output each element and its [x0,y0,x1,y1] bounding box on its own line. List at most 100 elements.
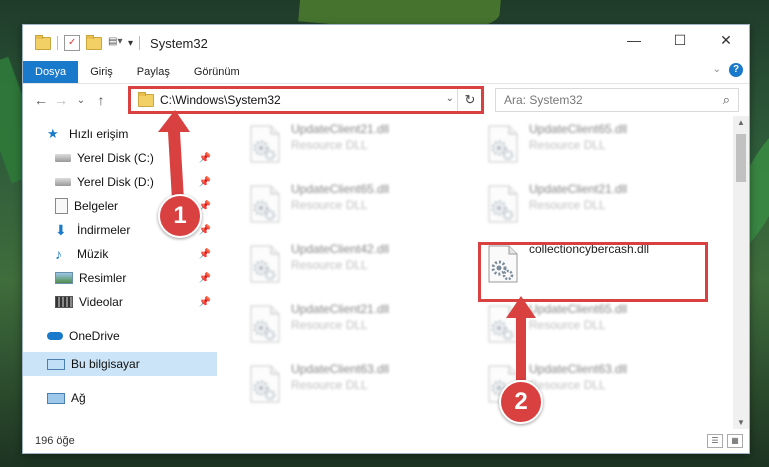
dll-file-icon [247,364,283,404]
computer-icon [47,358,65,370]
file-highlight-box [478,242,708,302]
videos-icon [55,296,73,308]
pin-icon[interactable]: 📌 [199,225,211,236]
file-item[interactable]: UpdateClient65.dll Resource DLL [241,178,473,228]
tab-home[interactable]: Giriş [78,61,125,83]
drive-icon [55,154,71,162]
forward-button[interactable]: → [51,92,71,108]
tab-share[interactable]: Paylaş [125,61,182,83]
star-icon: ★ [47,126,59,141]
sidebar-item-onedrive[interactable]: OneDrive [23,324,217,348]
folder-icon[interactable] [35,34,51,50]
file-description: Resource DLL [529,138,606,152]
window-title: System32 [150,35,208,51]
pin-icon[interactable]: 📌 [199,273,211,284]
tab-view[interactable]: Görünüm [182,61,252,83]
quick-access-toolbar: ✓ ▤▾ ▾ [35,34,141,51]
scroll-down-icon[interactable]: ▼ [733,418,749,427]
sidebar-item-label: Müzik [77,247,109,261]
sidebar-item-label: Ağ [71,391,86,405]
vertical-scrollbar[interactable]: ▲ ▼ [733,116,749,429]
view-switcher: ☰ ▦ [707,434,743,448]
cloud-icon [47,332,63,340]
file-item[interactable]: UpdateClient21.dll Resource DLL [241,298,473,348]
status-bar: 196 öğe ☰ ▦ [23,429,749,453]
maximize-button[interactable]: ☐ [657,25,703,55]
dll-file-icon [247,244,283,284]
details-view-icon[interactable]: ☰ [707,434,723,448]
file-description: Resource DLL [291,378,368,392]
sidebar-item-this-pc[interactable]: Bu bilgisayar [23,352,217,376]
scroll-thumb[interactable] [736,134,746,182]
search-input[interactable]: Ara: System32 ⌕ [495,88,739,112]
file-name: UpdateClient63.dll [291,362,390,376]
window-controls: — ☐ ✕ [611,25,749,55]
file-name: UpdateClient65.dll [291,182,390,196]
file-name: UpdateClient21.dll [529,182,628,196]
sidebar-item-label: Bu bilgisayar [71,357,140,371]
sidebar-item-network[interactable]: Ağ [23,386,217,410]
scroll-up-icon[interactable]: ▲ [733,118,749,127]
sidebar-item-videos[interactable]: Videolar 📌 [23,290,217,314]
file-item[interactable]: UpdateClient65.dll Resource DLL [479,118,711,168]
dll-file-icon [485,184,521,224]
close-button[interactable]: ✕ [703,25,749,55]
pictures-icon [55,272,73,284]
sidebar-item-label: Belgeler [74,199,119,213]
downloads-icon: ⬇ [55,222,67,238]
properties-icon[interactable]: ✓ [64,35,80,51]
sidebar-item-label: Resimler [79,271,127,285]
sidebar-item-music[interactable]: ♪ Müzik 📌 [23,242,217,266]
item-count: 196 öğe [35,435,75,447]
sidebar-item-label: İndirmeler [77,223,131,237]
sidebar-item-label: Videolar [79,295,123,309]
file-item[interactable]: UpdateClient63.dll Resource DLL [241,358,473,408]
pin-icon[interactable]: 📌 [199,249,211,260]
sidebar-item-label: Yerel Disk (D:) [77,175,154,189]
separator [57,36,58,50]
minimize-button[interactable]: — [611,25,657,55]
file-item[interactable]: UpdateClient42.dll Resource DLL [241,238,473,288]
sidebar-item-label: Yerel Disk (C:) [77,151,154,165]
drive-icon [55,178,71,186]
file-name: UpdateClient21.dll [291,122,390,136]
dll-file-icon [247,124,283,164]
step-2-marker: 2 [499,380,543,424]
file-name: UpdateClient21.dll [291,302,390,316]
dll-file-icon [247,304,283,344]
file-name: UpdateClient42.dll [291,242,390,256]
customize-icon[interactable]: ▤▾ [108,36,122,50]
step-1-marker: 1 [158,194,202,238]
sidebar-item-pictures[interactable]: Resimler 📌 [23,266,217,290]
tab-file[interactable]: Dosya [23,61,79,83]
expand-ribbon-icon[interactable]: ⌄ [713,64,721,75]
up-button[interactable]: ↑ [91,92,111,108]
pin-icon[interactable]: 📌 [199,153,211,164]
music-icon: ♪ [55,246,62,262]
file-name: UpdateClient65.dll [529,122,628,136]
ribbon: Dosya Giriş Paylaş Görünüm ⌄ ? [23,61,749,84]
file-description: Resource DLL [291,318,368,332]
sidebar-item-label: OneDrive [69,329,120,343]
help-icon[interactable]: ? [729,63,743,77]
file-item[interactable]: UpdateClient21.dll Resource DLL [241,118,473,168]
separator [139,36,141,50]
sidebar-item-label: Hızlı erişim [69,127,129,141]
new-folder-icon[interactable] [86,34,102,50]
large-icons-view-icon[interactable]: ▦ [727,434,743,448]
documents-icon [55,198,68,214]
search-placeholder: Ara: System32 [504,93,583,107]
annotation-arrow-2 [506,296,536,380]
network-icon [47,392,65,404]
file-description: Resource DLL [291,258,368,272]
file-item[interactable]: UpdateClient21.dll Resource DLL [479,178,711,228]
pin-icon[interactable]: 📌 [199,177,211,188]
recent-locations-button[interactable]: ⌄ [71,95,91,106]
back-button[interactable]: ← [31,92,51,108]
pin-icon[interactable]: 📌 [199,297,211,308]
file-description: Resource DLL [291,138,368,152]
search-icon[interactable]: ⌕ [723,92,730,108]
dll-file-icon [485,124,521,164]
qa-dropdown-icon[interactable]: ▾ [128,38,133,49]
file-description: Resource DLL [291,198,368,212]
